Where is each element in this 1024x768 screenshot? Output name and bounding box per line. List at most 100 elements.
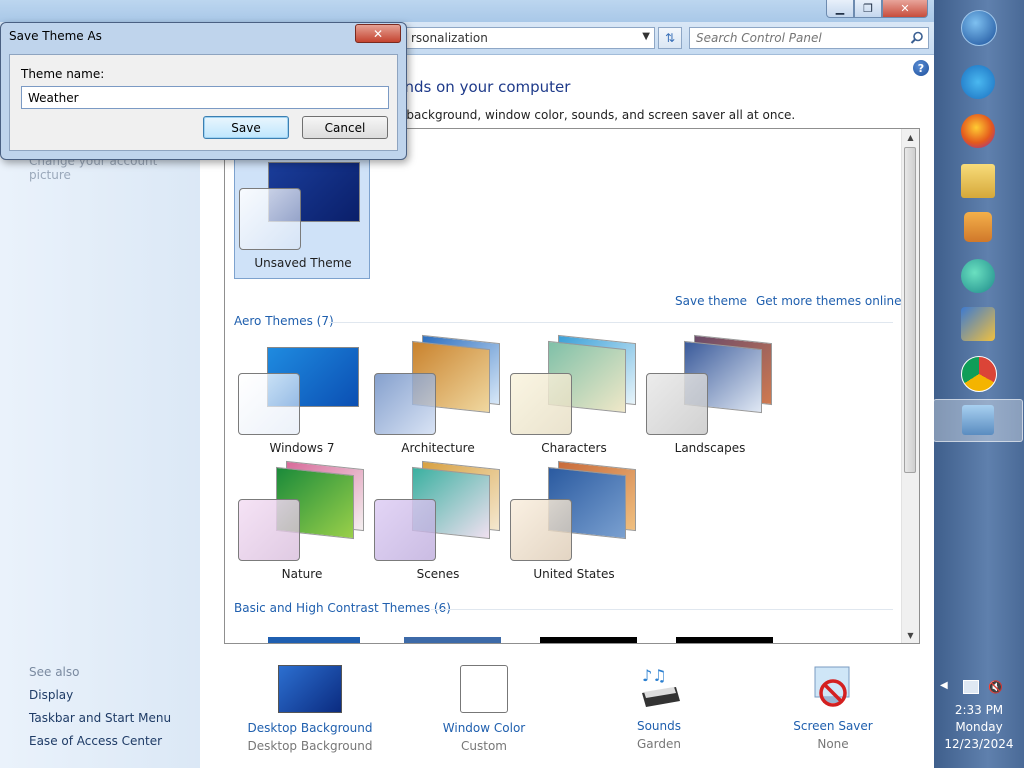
volume-muted-icon[interactable]: 🔇 [988, 680, 1003, 694]
sidebar-link-ease-of-access[interactable]: Ease of Access Center [29, 734, 162, 748]
window-color-swatch [510, 499, 572, 561]
theme-name-label: Theme name: [21, 67, 105, 81]
theme-label: Scenes [416, 567, 460, 581]
basic-theme-thumbnail[interactable] [540, 637, 637, 643]
chevron-down-icon[interactable]: ▼ [642, 31, 650, 42]
window-color-swatch [510, 373, 572, 435]
window-controls: ▁ ❐ ✕ [826, 0, 928, 18]
refresh-icon: ⇅ [664, 31, 676, 45]
network-icon[interactable] [963, 680, 979, 694]
theme-tile-scenes[interactable]: Scenes [370, 460, 506, 591]
theme-tile-architecture[interactable]: Architecture [370, 334, 506, 465]
section-divider [431, 609, 893, 610]
get-more-themes-link[interactable]: Get more themes online [756, 294, 902, 308]
see-also-heading: See also [29, 665, 80, 679]
minimize-icon: ▁ [835, 2, 845, 15]
theme-tile-united-states[interactable]: United States [506, 460, 642, 591]
window-color-swatch [374, 373, 436, 435]
internet-explorer-icon[interactable] [961, 65, 995, 99]
basic-theme-thumbnail[interactable] [404, 637, 501, 643]
clock-day[interactable]: Monday [934, 720, 1024, 734]
dialog-title: Save Theme As [9, 29, 102, 43]
basic-themes-heading: Basic and High Contrast Themes (6) [234, 601, 451, 615]
aero-themes-heading: Aero Themes (7) [234, 314, 334, 328]
window-color-swatch [239, 188, 301, 250]
theme-label: United States [533, 567, 615, 581]
sidebar: Change your account picture See also Dis… [0, 55, 200, 768]
theme-list: Unsaved Theme Save theme Get more themes… [224, 128, 920, 644]
minimize-button[interactable]: ▁ [826, 0, 854, 18]
search-input[interactable] [689, 27, 929, 49]
scroll-thumb[interactable] [904, 147, 916, 473]
basic-theme-thumbnail[interactable] [676, 637, 773, 643]
page-description: p background, window color, sounds, and … [395, 108, 796, 122]
page-title: unds on your computer [395, 78, 571, 96]
edge-icon[interactable] [961, 259, 995, 293]
svg-text:♪♫: ♪♫ [642, 666, 667, 685]
theme-label: Windows 7 [269, 441, 335, 455]
save-theme-dialog: Save Theme As ✕ Theme name: Save Cancel [0, 22, 407, 160]
basic-theme-thumbnail[interactable] [268, 637, 360, 643]
desktop-background-value: Desktop Background [247, 739, 373, 753]
theme-label: Nature [281, 567, 323, 581]
theme-label: Architecture [401, 441, 475, 455]
sidebar-link-taskbar[interactable]: Taskbar and Start Menu [29, 711, 171, 725]
theme-label: Characters [541, 441, 607, 455]
sounds-icon: ♪♫ [642, 666, 680, 707]
show-hidden-icons-icon[interactable]: ◀ [940, 680, 948, 691]
breadcrumb[interactable]: rsonalization ▼ [390, 27, 655, 49]
file-explorer-icon[interactable] [961, 164, 995, 198]
clock-time[interactable]: 2:33 PM [934, 703, 1024, 717]
search-icon[interactable] [910, 31, 924, 45]
restore-icon: ❐ [863, 2, 873, 15]
screen-saver-value: None [817, 737, 849, 751]
save-button[interactable]: Save [203, 116, 289, 139]
desktop-background-title: Desktop Background [247, 721, 373, 735]
window-color-swatch [374, 499, 436, 561]
sidebar-link-display[interactable]: Display [29, 688, 73, 702]
scroll-down-icon[interactable]: ▼ [902, 627, 919, 643]
sounds-option[interactable]: ♪♫ Sounds Garden [589, 665, 729, 751]
window-titlebar: ▁ ❐ ✕ [0, 0, 934, 22]
window-color-swatch [646, 373, 708, 435]
refresh-button[interactable]: ⇅ [658, 27, 682, 49]
window-color-swatch [460, 665, 508, 713]
breadcrumb-text: rsonalization [411, 31, 488, 45]
firefox-icon[interactable] [961, 114, 995, 148]
theme-tile-nature[interactable]: Nature [234, 460, 370, 591]
window-color-option[interactable]: Window Color Custom [414, 665, 554, 753]
save-theme-link[interactable]: Save theme [675, 294, 747, 308]
theme-label: Unsaved Theme [254, 256, 352, 270]
window-color-swatch [238, 373, 300, 435]
theme-label: Landscapes [674, 441, 746, 455]
theme-tile-landscapes[interactable]: Landscapes [642, 334, 778, 465]
sounds-value: Garden [637, 737, 681, 751]
theme-tile-unsaved[interactable]: Unsaved Theme [234, 151, 370, 279]
close-icon: ✕ [372, 26, 384, 41]
start-button-icon[interactable] [961, 10, 997, 46]
theme-list-scrollbar[interactable]: ▲ ▼ [901, 129, 919, 643]
theme-tile-windows-7[interactable]: Windows 7 [234, 337, 370, 465]
chrome-icon[interactable] [961, 356, 997, 392]
screen-saver-option[interactable]: Screen Saver None [763, 665, 903, 751]
sounds-title: Sounds [636, 719, 682, 733]
window-color-title: Window Color [442, 721, 526, 735]
restore-button[interactable]: ❐ [854, 0, 882, 18]
theme-name-input[interactable] [21, 86, 389, 109]
close-button[interactable]: ✕ [882, 0, 928, 18]
close-icon: ✕ [900, 2, 910, 15]
clock-date[interactable]: 12/23/2024 [934, 737, 1024, 751]
windows-update-icon[interactable] [961, 307, 995, 341]
help-icon[interactable]: ? [913, 60, 929, 76]
desktop-background-option[interactable]: Desktop Background Desktop Background [240, 665, 380, 753]
scroll-up-icon[interactable]: ▲ [902, 129, 919, 145]
section-divider [329, 322, 893, 323]
theme-tile-characters[interactable]: Characters [506, 334, 642, 465]
window-color-swatch [238, 499, 300, 561]
dialog-close-button[interactable]: ✕ [355, 24, 401, 43]
media-player-icon[interactable] [964, 212, 992, 242]
screen-saver-title: Screen Saver [793, 719, 873, 733]
cancel-button[interactable]: Cancel [302, 116, 388, 139]
desktop-background-thumbnail [278, 665, 342, 713]
dialog-body: Theme name: Save Cancel [9, 54, 398, 151]
